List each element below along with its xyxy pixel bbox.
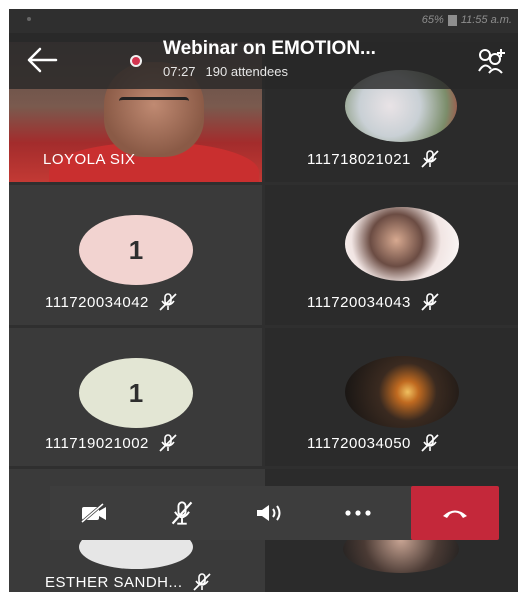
participants-icon[interactable] xyxy=(476,47,506,75)
mic-off-icon xyxy=(421,150,439,168)
mute-toggle-button[interactable] xyxy=(138,486,226,540)
status-bar: 65% 11:55 a.m. xyxy=(9,9,518,33)
participant-tile[interactable]: 111720034043 xyxy=(265,185,518,325)
recording-dot-icon xyxy=(130,55,142,67)
camera-off-icon xyxy=(81,502,106,524)
meeting-screen: 65% 11:55 a.m. Webinar on EMOTION... 07:… xyxy=(9,9,518,592)
back-arrow-icon[interactable] xyxy=(25,45,59,75)
meeting-meta: 07:27 190 attendees xyxy=(163,64,288,79)
camera-toggle-button[interactable] xyxy=(50,486,138,540)
hang-up-icon xyxy=(443,510,467,518)
participant-name: 111720034042 xyxy=(45,293,179,311)
mic-off-icon xyxy=(192,573,211,591)
mic-off-icon xyxy=(421,434,439,452)
notification-dot-icon xyxy=(27,17,31,21)
mic-off-icon xyxy=(421,293,439,311)
speaker-button[interactable] xyxy=(226,486,314,540)
mic-off-icon xyxy=(159,293,177,311)
hang-up-button[interactable] xyxy=(411,486,499,540)
participant-name: LOYOLA SIX xyxy=(43,151,136,168)
speaker-icon xyxy=(257,505,281,521)
avatar-initial: 1 xyxy=(79,358,193,428)
participant-tile[interactable]: 111720034050 xyxy=(265,328,518,466)
avatar-photo xyxy=(345,356,459,428)
participant-tile[interactable]: 1 111719021002 xyxy=(9,328,262,466)
avatar-photo xyxy=(345,207,459,281)
participant-name: 111720034050 xyxy=(307,434,441,452)
meeting-title: Webinar on EMOTION... xyxy=(163,38,376,59)
battery-percent: 65% xyxy=(421,14,444,26)
call-controls-bar xyxy=(50,486,499,540)
battery-icon xyxy=(447,14,457,26)
meeting-duration: 07:27 xyxy=(163,64,196,79)
meeting-header: Webinar on EMOTION... 07:27 190 attendees xyxy=(9,33,518,89)
participant-tile[interactable]: 1 111720034042 xyxy=(9,185,262,325)
more-options-button[interactable] xyxy=(314,486,402,540)
more-icon xyxy=(345,510,371,516)
participant-name: 111718021021 xyxy=(307,150,441,168)
mic-off-icon xyxy=(171,501,193,525)
participant-name: 111720034043 xyxy=(307,293,441,311)
participant-name: 111719021002 xyxy=(45,434,179,452)
attendee-count: 190 attendees xyxy=(205,64,288,79)
mic-off-icon xyxy=(159,434,177,452)
participant-name: ESTHER SANDH... xyxy=(45,573,213,591)
avatar-initial: 1 xyxy=(79,215,193,285)
clock: 11:55 a.m. xyxy=(460,14,512,26)
